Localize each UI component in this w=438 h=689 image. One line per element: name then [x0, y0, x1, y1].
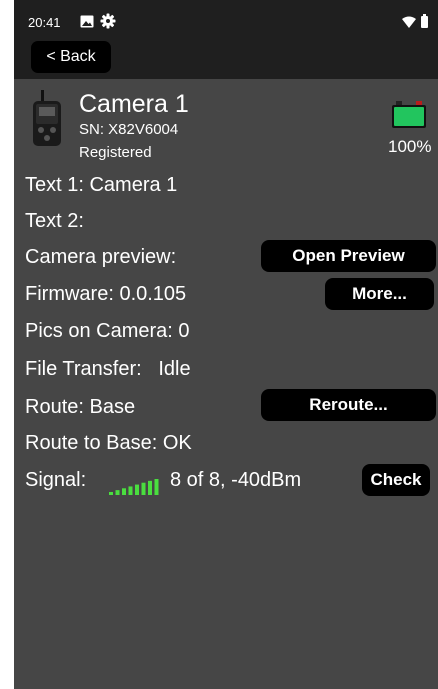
more-button[interactable]: More...: [325, 278, 434, 310]
route-to-base-label: Route to Base: OK: [25, 432, 192, 454]
battery-status-icon: [421, 14, 428, 28]
signal-bar: [148, 480, 152, 495]
signal-bar: [122, 488, 126, 495]
camera-serial: SN: X82V6004: [79, 121, 179, 138]
signal-bar: [154, 479, 159, 495]
signal-bar: [109, 492, 113, 495]
check-button[interactable]: Check: [362, 464, 430, 496]
signal-bar: [135, 484, 139, 495]
image-icon: [80, 15, 94, 28]
camera-name: Camera 1: [79, 90, 189, 118]
signal-value: 8 of 8, -40dBm: [170, 469, 302, 491]
firmware-label: Firmware: 0.0.105: [25, 283, 187, 305]
pics-on-camera-label: Pics on Camera: 0: [25, 320, 190, 342]
text2-label: Text 2:: [25, 210, 84, 232]
signal-label: Signal:: [25, 469, 87, 491]
file-transfer-label: File Transfer: Idle: [25, 358, 191, 380]
camera-device-icon: [33, 90, 61, 146]
signal-bar: [128, 486, 133, 495]
back-button[interactable]: < Back: [31, 41, 111, 73]
screen: 20:41 < Back Camera 1 SN: X82V6004 Regis…: [14, 0, 438, 689]
reroute-button[interactable]: Reroute...: [261, 389, 436, 421]
battery-percentage: 100%: [388, 137, 432, 156]
route-label: Route: Base: [25, 396, 136, 418]
signal-bar: [115, 490, 120, 495]
top-bar: 20:41 < Back: [14, 0, 438, 79]
camera-registration-status: Registered: [79, 144, 152, 161]
camera-battery-icon: [392, 101, 426, 128]
signal-bar: [141, 482, 146, 495]
text1-label: Text 1: Camera 1: [25, 174, 178, 196]
signal-strength-icon: [109, 479, 159, 495]
wifi-icon: [402, 16, 416, 28]
gear-icon: [100, 13, 116, 29]
camera-preview-label: Camera preview:: [25, 246, 177, 268]
open-preview-button[interactable]: Open Preview: [261, 240, 436, 272]
status-bar: 20:41: [14, 10, 438, 36]
status-time: 20:41: [28, 15, 61, 30]
